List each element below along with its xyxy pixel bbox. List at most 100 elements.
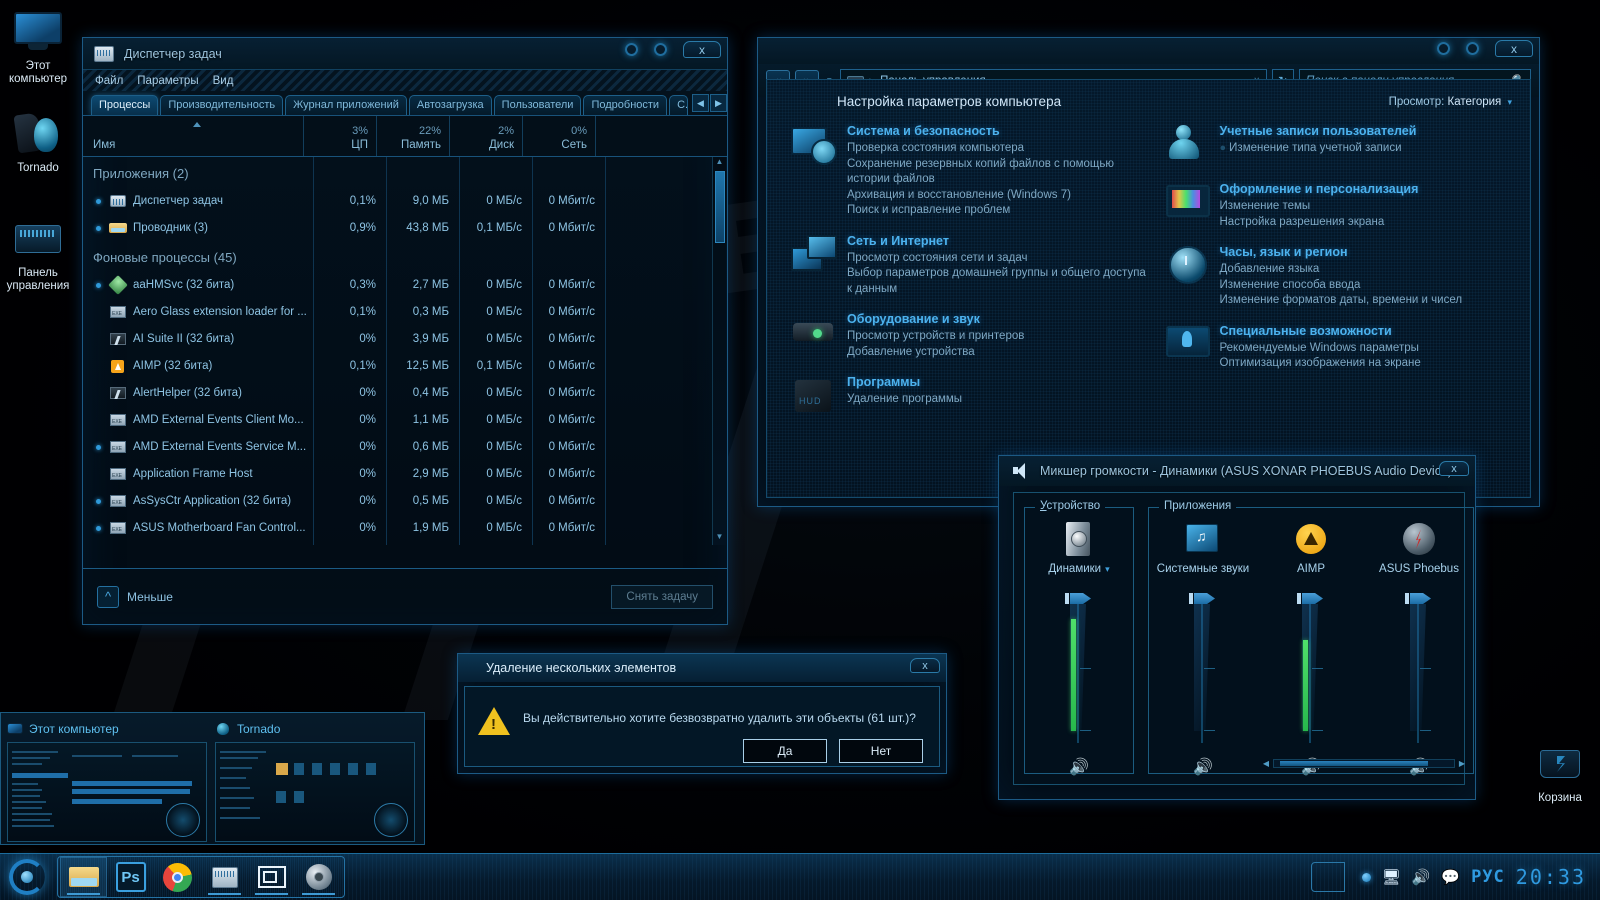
hscroll-thumb[interactable] <box>1280 761 1428 766</box>
menu-view[interactable]: Вид <box>213 75 234 87</box>
show-desktop-button[interactable] <box>1310 862 1345 892</box>
tray-indicator-icon[interactable] <box>1361 872 1371 882</box>
category-title[interactable]: Программы <box>847 375 962 389</box>
app-volume-slider[interactable] <box>1288 593 1334 743</box>
taskbar-button-photoshop[interactable]: Ps <box>107 857 154 897</box>
category-title[interactable]: Специальные возможности <box>1220 324 1421 338</box>
process-row[interactable]: Aero Glass extension loader for ... 0,1% 0… <box>83 298 727 325</box>
close-button[interactable]: x <box>683 41 721 58</box>
category-link[interactable]: Просмотр устройств и принтеров <box>847 329 1024 345</box>
process-row[interactable]: AlertHelper (32 бита) 0% 0,4 МБ 0 МБ/с 0 Мби… <box>83 379 727 406</box>
column-header-cpu[interactable]: 3% ЦП <box>303 116 376 156</box>
scrollbar-thumb[interactable] <box>715 171 725 243</box>
category-link[interactable]: Сохранение резервных копий файлов с помо… <box>847 157 1148 188</box>
taskbar-button-task-manager[interactable] <box>201 857 248 897</box>
tab-startup[interactable]: Автозагрузка <box>408 95 492 115</box>
maximize-button[interactable] <box>654 43 667 56</box>
category-link[interactable]: Изменение типа учетной записи <box>1220 141 1417 157</box>
category-title[interactable]: Система и безопасность <box>847 124 1148 138</box>
category-link[interactable]: Рекомендуемые Windows параметры <box>1220 341 1421 357</box>
taskbar-button-explorer[interactable] <box>60 857 107 897</box>
process-row[interactable]: ASUS Motherboard Fan Control... 0% 1,9 МБ 0… <box>83 514 727 541</box>
category-link[interactable]: Проверка состояния компьютера <box>847 141 1148 157</box>
category-link[interactable]: Оптимизация изображения на экране <box>1220 356 1421 372</box>
task-manager-titlebar[interactable]: Диспетчер задач x <box>83 38 727 69</box>
column-header-disk[interactable]: 2% Диск <box>449 116 522 156</box>
applications-horizontal-scrollbar[interactable]: ◀ ▶ <box>1261 758 1467 769</box>
yes-button[interactable]: Да <box>743 739 827 763</box>
category-link[interactable]: Изменение форматов даты, времени и чисел <box>1220 293 1463 309</box>
end-task-button[interactable]: Снять задачу <box>611 584 713 609</box>
tab-scroll-right-icon[interactable]: ▶ <box>710 94 727 112</box>
category-link[interactable]: Поиск и исправление проблем <box>847 203 1148 219</box>
thumbnail-image[interactable] <box>215 742 415 842</box>
maximize-button[interactable] <box>1466 42 1479 55</box>
process-row[interactable]: AMD External Events Client Mo... 0% 1,1 МБ… <box>83 406 727 433</box>
scroll-left-icon[interactable]: ◀ <box>1261 759 1271 768</box>
menu-file[interactable]: Файл <box>95 75 123 87</box>
clock[interactable]: 20:33 <box>1516 865 1586 889</box>
desktop-icon-recycle-bin[interactable]: Корзина <box>1522 740 1598 805</box>
device-volume-slider[interactable] <box>1056 593 1102 743</box>
device-channel-label[interactable]: Динамики ▾ <box>1048 563 1109 575</box>
action-center-icon[interactable]: 💬 <box>1441 868 1460 886</box>
chevron-down-icon[interactable]: ▾ <box>1105 564 1110 575</box>
scroll-down-icon[interactable]: ▼ <box>713 532 726 545</box>
tab-processes[interactable]: Процессы <box>91 95 159 115</box>
expand-indicator[interactable] <box>91 441 105 453</box>
start-orb-icon[interactable] <box>5 855 49 899</box>
category-link[interactable]: Настройка разрешения экрана <box>1220 215 1419 231</box>
process-row[interactable]: AsSysCtr Application (32 бита) 0% 0,5 МБ 0 … <box>83 487 727 514</box>
thumbnail-preview[interactable]: Tornado <box>215 719 415 842</box>
expand-indicator[interactable] <box>91 522 105 534</box>
language-indicator[interactable]: РУС <box>1471 867 1505 887</box>
expand-indicator[interactable] <box>91 495 105 507</box>
close-button[interactable]: x <box>1439 461 1469 476</box>
desktop-icon-control-panel[interactable]: Панель управления <box>0 215 76 293</box>
category-link[interactable]: Добавление языка <box>1220 262 1463 278</box>
category-title[interactable]: Оборудование и звук <box>847 312 1024 326</box>
tab-app-history[interactable]: Журнал приложений <box>285 95 407 115</box>
close-button[interactable]: x <box>910 658 940 673</box>
category-link[interactable]: Изменение способа ввода <box>1220 278 1463 294</box>
category-link[interactable]: Просмотр состояния сети и задач <box>847 251 1148 267</box>
category-link[interactable]: Добавление устройства <box>847 345 1024 361</box>
process-row[interactable]: AMD External Events Service M... 0% 0,6 МБ… <box>83 433 727 460</box>
category-link[interactable]: Выбор параметров домашней группы и общег… <box>847 266 1148 297</box>
desktop-icon-tornado[interactable]: Tornado <box>0 110 76 175</box>
control-panel-titlebar[interactable]: x <box>758 38 1539 64</box>
category-title[interactable]: Сеть и Интернет <box>847 234 1148 248</box>
thumbnail-image[interactable] <box>7 742 207 842</box>
process-row[interactable]: aaHMSvc (32 бита) 0,3% 2,7 МБ 0 МБ/с 0 Мбит/… <box>83 271 727 298</box>
device-mute-button[interactable]: 🔊 <box>1069 757 1089 777</box>
category-title[interactable]: Часы, язык и регион <box>1220 245 1463 259</box>
category-link[interactable]: Архивация и восстановление (Windows 7) <box>847 188 1148 204</box>
taskbar-button-chrome[interactable] <box>154 857 201 897</box>
tab-scroll-left-icon[interactable]: ◀ <box>692 94 709 112</box>
tab-performance[interactable]: Производительность <box>160 95 284 115</box>
view-by-selector[interactable]: Просмотр: Категория ▾ <box>1389 96 1512 108</box>
column-header-memory[interactable]: 22% Память <box>376 116 449 156</box>
column-header-name[interactable]: Имя <box>83 116 303 156</box>
taskbar-button-volume-mixer[interactable] <box>295 857 342 897</box>
menu-options[interactable]: Параметры <box>137 75 198 87</box>
minimize-button[interactable] <box>625 43 638 56</box>
desktop-icon-this-computer[interactable]: Этот компьютер <box>0 8 76 86</box>
tab-users[interactable]: Пользователи <box>493 95 582 115</box>
tab-services[interactable]: С. <box>669 95 688 115</box>
fewer-details-button[interactable]: ^ Меньше <box>97 585 173 608</box>
column-header-network[interactable]: 0% Сеть <box>522 116 595 156</box>
process-list[interactable]: Приложения (2) Диспетчер задач 0,1% 9,0 МБ 0… <box>83 157 727 545</box>
no-button[interactable]: Нет <box>839 739 923 763</box>
taskbar-button-window-tile[interactable] <box>248 857 295 897</box>
process-row[interactable]: Диспетчер задач 0,1% 9,0 МБ 0 МБ/с 0 Мбит/с <box>83 187 727 214</box>
app-volume-slider[interactable] <box>1180 593 1226 743</box>
category-link[interactable]: Удаление программы <box>847 392 962 408</box>
tab-details[interactable]: Подробности <box>583 95 668 115</box>
volume-icon[interactable]: 🔊 <box>1412 868 1431 886</box>
minimize-button[interactable] <box>1437 42 1450 55</box>
expand-indicator[interactable] <box>91 222 105 234</box>
process-row[interactable]: Application Frame Host 0% 2,9 МБ 0 МБ/с 0 Мб… <box>83 460 727 487</box>
category-link[interactable]: Изменение темы <box>1220 199 1419 215</box>
process-row[interactable]: AIMP (32 бита) 0,1% 12,5 МБ 0,1 МБ/с 0 Мбит/… <box>83 352 727 379</box>
